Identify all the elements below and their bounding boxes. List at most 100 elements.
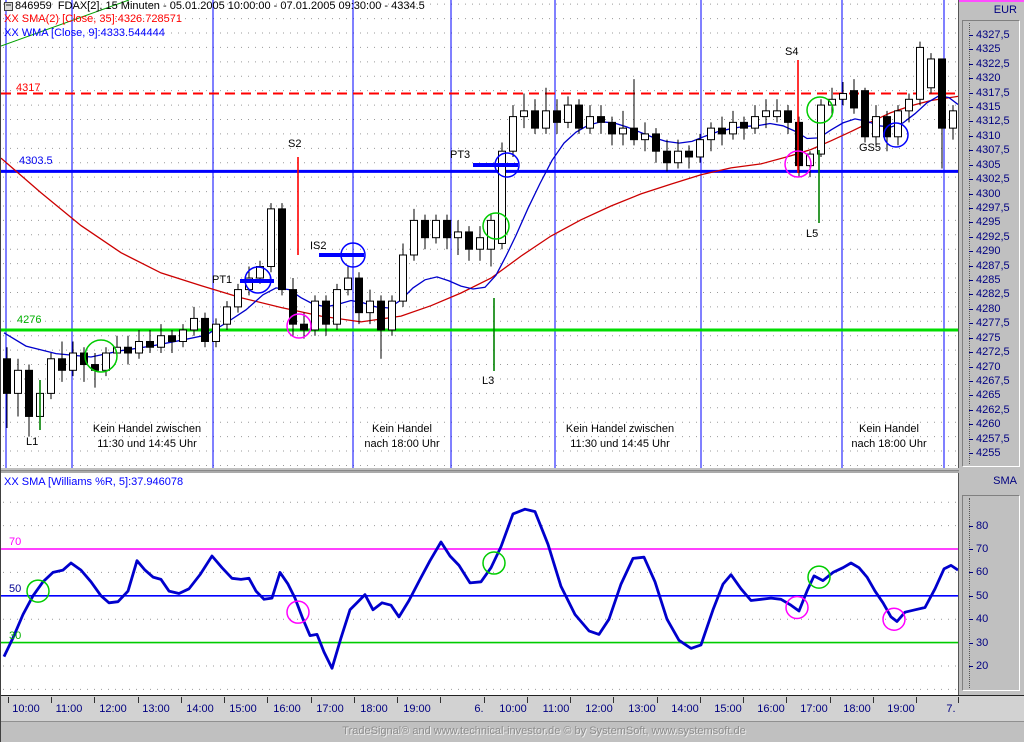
price-axis-label: 4262,5 — [969, 404, 1010, 416]
time-label: 11:00 — [55, 703, 83, 715]
price-axis-label: 4277,5 — [969, 317, 1010, 329]
candle — [344, 277, 352, 291]
time-tick — [570, 697, 571, 703]
candle — [872, 116, 880, 138]
time-label: 18:00 — [843, 703, 871, 715]
candle — [487, 219, 495, 250]
indicator-axis-label: 50 — [968, 590, 989, 602]
candle — [102, 352, 110, 371]
indicator-axis-label: 20 — [968, 660, 989, 672]
candle — [278, 208, 286, 291]
candle — [949, 110, 957, 129]
legend-sma35[interactable]: XX SMA(2) [Close, 35]:4326.728571 — [4, 13, 182, 26]
time-tick — [613, 697, 614, 703]
price-axis-label: 4315 — [968, 101, 1001, 113]
candle — [773, 110, 781, 118]
williams-sma-line — [2, 507, 958, 670]
signal-circle — [785, 595, 809, 620]
signal-label: S2 — [288, 138, 302, 150]
time-axis[interactable]: 10:00 11:00 12:00 13:00 14:00 15:00 16:00 17:00… — [1, 695, 1024, 722]
time-tick — [527, 697, 528, 703]
time-tick — [873, 697, 874, 703]
candle — [289, 289, 297, 325]
time-label: 10:00 — [499, 703, 527, 715]
signal-label: S4 — [785, 46, 799, 58]
time-label: 10:00 — [12, 703, 40, 715]
candle — [850, 90, 858, 109]
candle — [465, 231, 473, 250]
threshold-label: 30 — [9, 629, 22, 642]
indicator-axis-label: 70 — [968, 543, 989, 555]
time-tick — [786, 697, 787, 703]
time-label: 6. — [474, 703, 484, 715]
candle — [388, 300, 396, 331]
candle — [168, 335, 176, 342]
candle — [575, 104, 583, 129]
price-axis-label: 4305 — [968, 159, 1001, 171]
price-axis-label: 4325 — [968, 43, 1001, 55]
price-axis-label: 4272,5 — [969, 346, 1010, 358]
candle — [14, 369, 22, 394]
signal-label: L1 — [26, 436, 39, 448]
price-axis-label: 4280 — [968, 303, 1001, 315]
threshold-label: 70 — [9, 536, 22, 548]
time-label: 16:00 — [757, 703, 785, 715]
time-label: 15:00 — [714, 703, 742, 715]
threshold-label: 50 — [9, 582, 22, 595]
candle — [586, 116, 594, 129]
candle — [146, 340, 154, 348]
legend-williams[interactable]: XX SMA [Williams %R, 5]:37.946078 — [4, 476, 183, 489]
indicator-svg — [1, 501, 958, 690]
price-axis-guide — [969, 23, 970, 464]
candle — [223, 306, 231, 325]
candle — [762, 110, 770, 118]
price-axis-box: 4327,5 4325 4322,5 4320 4317,5 4315 4312,5 4310… — [962, 20, 1020, 467]
price-chart-panel[interactable]: 846959 FDAX[2], 15 Minuten - 05.01.2005 … — [1, 0, 959, 468]
candle — [938, 58, 946, 129]
time-label: 14:00 — [671, 703, 699, 715]
candle — [69, 352, 77, 371]
time-tick — [51, 697, 52, 703]
price-axis-label: 4282,5 — [969, 288, 1010, 300]
candle — [839, 93, 847, 100]
candle — [124, 346, 132, 354]
time-tick — [138, 697, 139, 703]
time-tick — [958, 697, 959, 703]
indicator-axis[interactable]: SMA 80 70 60 50 40 30 20 — [959, 473, 1024, 695]
no-trade-note: Kein Handel zwischen 11:30 und 14:45 Uhr — [565, 423, 675, 450]
price-axis[interactable]: EUR 4327,5 4325 4322,5 4320 4317,5 4315 4312,5… — [959, 2, 1024, 470]
time-label: 18:00 — [360, 703, 388, 715]
no-trade-note: Kein Handel nach 18:00 Uhr — [851, 423, 927, 450]
signal-circle — [84, 339, 118, 373]
candle — [509, 116, 517, 152]
chart-window-icon[interactable] — [4, 2, 13, 11]
price-axis-label: 4310 — [968, 130, 1001, 142]
candle — [25, 369, 33, 417]
footer-credits: TradeSignal® and www.technical-investor.… — [342, 725, 746, 737]
tradesignal-chart-window: 846959 FDAX[2], 15 Minuten - 05.01.2005 … — [0, 0, 1024, 742]
candle — [399, 254, 407, 302]
signal-label: PT1 — [212, 274, 233, 286]
candle — [377, 300, 385, 331]
chart-title: 846959 FDAX[2], 15 Minuten - 05.01.2005 … — [15, 0, 425, 12]
candle — [366, 300, 374, 314]
candle — [630, 127, 638, 141]
time-tick — [743, 697, 744, 703]
candle — [311, 300, 319, 331]
time-label: 14:00 — [186, 703, 214, 715]
candle — [267, 208, 275, 268]
wma9-line — [3, 95, 958, 358]
price-axis-label: 4292,5 — [969, 231, 1010, 243]
candle — [454, 231, 462, 239]
price-axis-label: 4285 — [968, 274, 1001, 286]
time-label: 19:00 — [887, 703, 915, 715]
indicator-panel[interactable]: XX SMA [Williams %R, 5]:37.946078 70 50 30 — [1, 473, 959, 695]
time-tick — [700, 697, 701, 703]
time-label: 12:00 — [99, 703, 127, 715]
signal-label: GS5 — [859, 142, 882, 154]
legend-wma9[interactable]: XX WMA [Close, 9]:4333.544444 — [4, 27, 165, 40]
time-label: 13:00 — [142, 703, 170, 715]
candle — [861, 90, 869, 138]
indicator-axis-label: 40 — [968, 613, 989, 625]
time-label: 19:00 — [403, 703, 431, 715]
